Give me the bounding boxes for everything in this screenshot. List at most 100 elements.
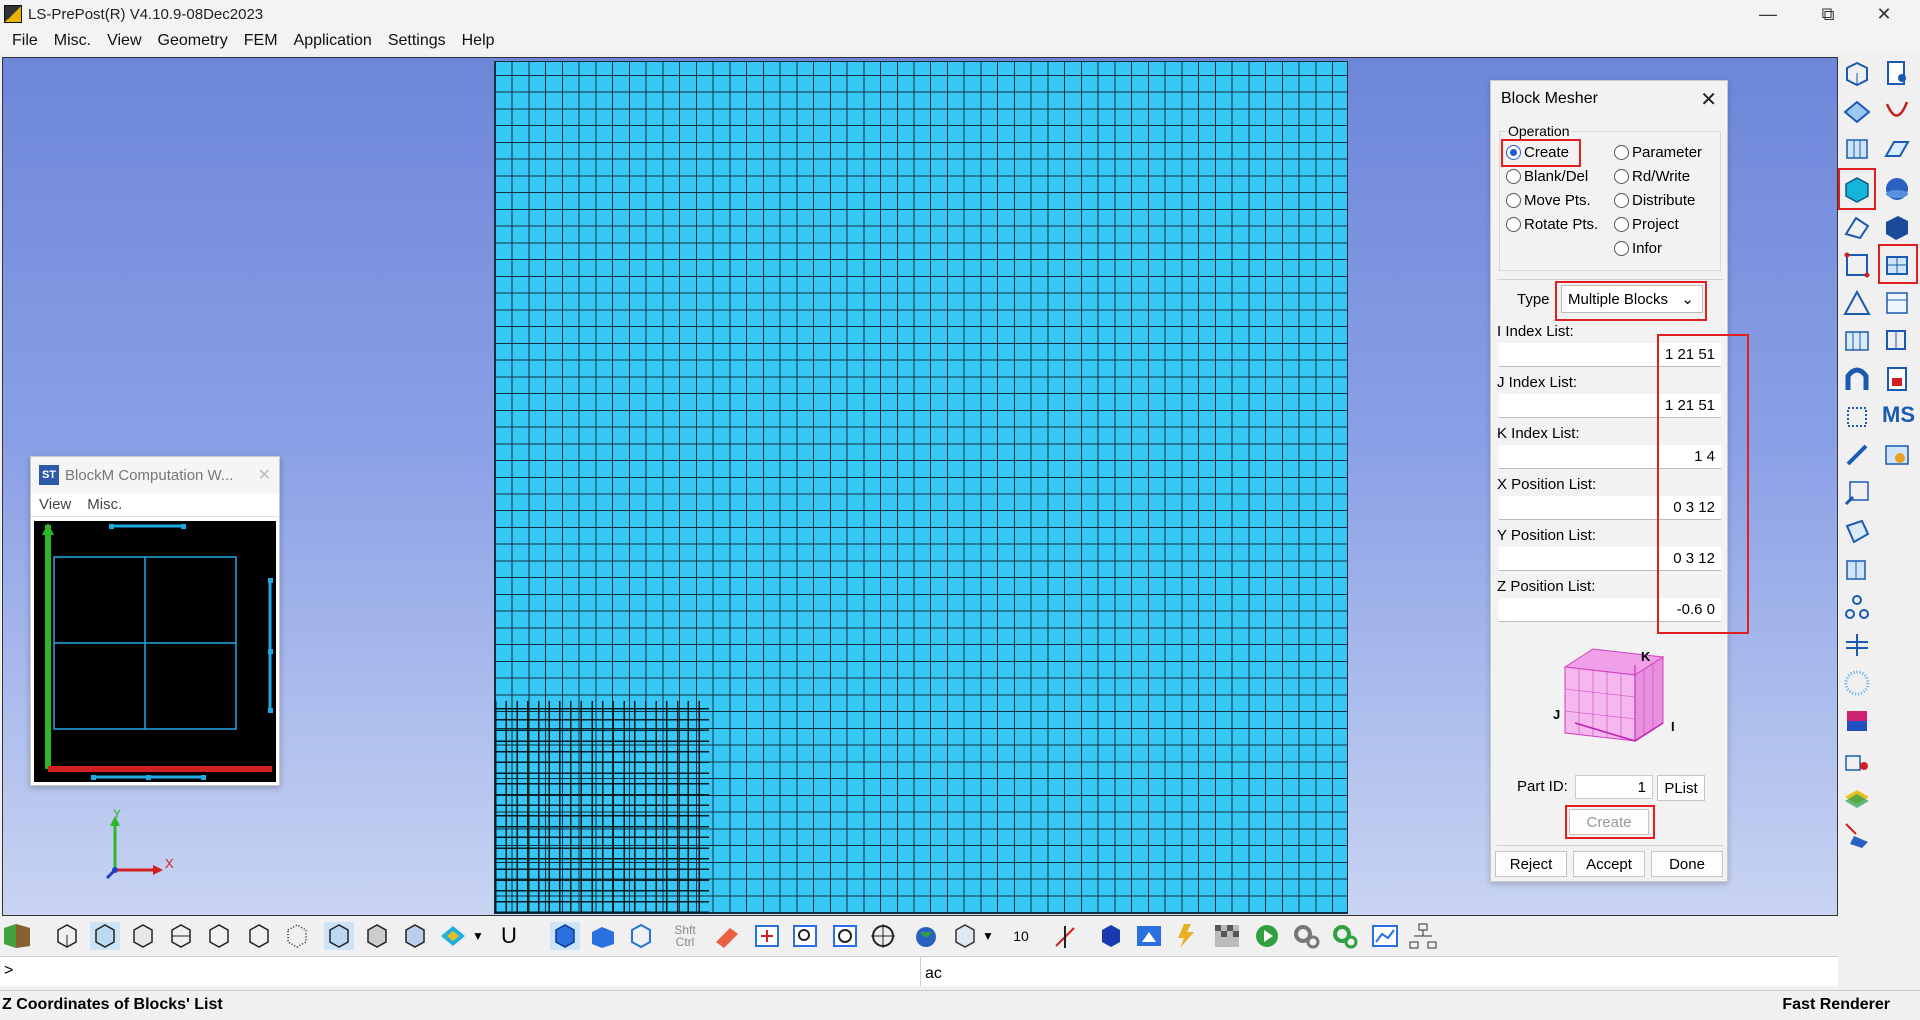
magnify-grid-icon[interactable]: [1842, 478, 1872, 508]
zoom-rotate-icon[interactable]: [830, 922, 860, 950]
mesh-cube-icon[interactable]: [166, 922, 196, 950]
fringe-icon[interactable]: [438, 922, 468, 950]
eraser-icon[interactable]: [712, 922, 742, 950]
tree-icon[interactable]: [1408, 922, 1438, 950]
axis-xyz-icon[interactable]: [1050, 922, 1080, 950]
ms-icon[interactable]: MS: [1882, 402, 1915, 432]
menu-misc[interactable]: Misc.: [46, 32, 99, 50]
close-icon[interactable]: ✕: [1856, 0, 1912, 28]
surface-icon[interactable]: [1842, 96, 1872, 126]
plist-button[interactable]: PList: [1657, 775, 1705, 801]
command-prompt[interactable]: >: [0, 956, 920, 986]
blue-cube-icon[interactable]: [550, 922, 580, 950]
restore-icon[interactable]: ⧉: [1800, 0, 1856, 28]
hidden-cube-icon[interactable]: [128, 922, 158, 950]
mesh-edit-icon[interactable]: [1882, 326, 1912, 356]
zoom-in-icon[interactable]: [790, 922, 820, 950]
checker-icon[interactable]: [1212, 922, 1242, 950]
plane-icon[interactable]: [1882, 134, 1912, 164]
command-input[interactable]: ac: [920, 956, 1838, 986]
green-gears-icon[interactable]: [1330, 922, 1360, 950]
radio-infor[interactable]: Infor: [1614, 240, 1662, 257]
solid-cube-icon[interactable]: [1096, 922, 1126, 950]
radio-blank-del[interactable]: Blank/Del: [1506, 168, 1588, 185]
target-icon[interactable]: [868, 922, 898, 950]
radio-parameter[interactable]: Parameter: [1614, 144, 1702, 161]
grid-doc-icon[interactable]: [1882, 288, 1912, 318]
point-cloud-icon[interactable]: [282, 922, 312, 950]
solid-sphere-icon[interactable]: [1882, 174, 1912, 204]
tube-icon[interactable]: [1842, 364, 1872, 394]
menu-fem[interactable]: FEM: [236, 32, 286, 50]
radio-rd-write[interactable]: Rd/Write: [1614, 168, 1690, 185]
computation-menu-view[interactable]: View: [39, 496, 71, 513]
play-icon[interactable]: [1252, 922, 1282, 950]
menu-settings[interactable]: Settings: [380, 32, 454, 50]
grid-cube-icon[interactable]: [324, 922, 354, 950]
doc-stack-icon[interactable]: [1882, 364, 1912, 394]
mesh-surface-icon[interactable]: [1842, 134, 1872, 164]
move-nodes-icon[interactable]: [1842, 820, 1872, 850]
block-mesh[interactable]: [494, 61, 1348, 914]
radio-move-pts[interactable]: Move Pts.: [1506, 192, 1591, 209]
part-id-field[interactable]: 1: [1575, 775, 1653, 799]
dense-mesh-icon[interactable]: [362, 922, 392, 950]
align-icon[interactable]: [1842, 630, 1872, 660]
computation-window-close-icon[interactable]: ✕: [258, 465, 271, 485]
feature-cube-icon[interactable]: [400, 922, 430, 950]
wireframe-cube-icon[interactable]: [52, 922, 82, 950]
done-button[interactable]: Done: [1651, 851, 1723, 877]
menu-view[interactable]: View: [99, 32, 149, 50]
gears-icon[interactable]: [1292, 922, 1322, 950]
home-view-icon[interactable]: [1134, 922, 1164, 950]
node-connect-icon[interactable]: [1842, 592, 1872, 622]
blue-box-icon[interactable]: [588, 922, 618, 950]
map-icon[interactable]: [2, 922, 32, 950]
cube-wire-icon[interactable]: [1842, 58, 1872, 88]
shift-ctrl-toggle[interactable]: Shft Ctrl: [670, 922, 700, 950]
info-doc-icon[interactable]: [1882, 440, 1912, 470]
count-value[interactable]: 10: [1006, 922, 1036, 950]
frame-cube-icon[interactable]: [626, 922, 656, 950]
curve-icon[interactable]: [1882, 96, 1912, 126]
computation-canvas[interactable]: [34, 521, 276, 782]
view-cube-icon[interactable]: [950, 922, 980, 950]
minimize-icon[interactable]: —: [1740, 0, 1796, 28]
reject-button[interactable]: Reject: [1495, 851, 1567, 877]
computation-window-header[interactable]: ST BlockM Computation W... ✕: [31, 457, 279, 493]
outline-cube-icon[interactable]: [204, 922, 234, 950]
node-grid-icon[interactable]: [1842, 402, 1872, 432]
chart-window-icon[interactable]: [1370, 922, 1400, 950]
particle-cloud-icon[interactable]: [1842, 668, 1872, 698]
radio-rotate-pts[interactable]: Rotate Pts.: [1506, 216, 1598, 233]
accept-button[interactable]: Accept: [1573, 851, 1645, 877]
computation-menu-misc[interactable]: Misc.: [87, 496, 122, 513]
pen-icon[interactable]: [1842, 440, 1872, 470]
globe-icon[interactable]: [910, 922, 940, 950]
blockm-computation-window[interactable]: ST BlockM Computation W... ✕ View Misc.: [30, 456, 280, 786]
ms-grid-icon[interactable]: [1842, 744, 1872, 774]
triangle-mesh-icon[interactable]: [1842, 288, 1872, 318]
cube-mesh-icon[interactable]: [1842, 554, 1872, 584]
quad-mesh-icon[interactable]: [1842, 326, 1872, 356]
menu-application[interactable]: Application: [286, 32, 380, 50]
shaded-cube-icon[interactable]: [90, 922, 120, 950]
radio-project[interactable]: Project: [1614, 216, 1679, 233]
contour-layers-icon[interactable]: [1842, 782, 1872, 812]
u-label[interactable]: U: [494, 922, 524, 950]
doc-point-icon[interactable]: [1882, 58, 1912, 88]
block-mesher-dialog[interactable]: Block Mesher ✕ Operation Create Blank/De…: [1490, 80, 1749, 882]
grid-red-icon[interactable]: [1842, 250, 1872, 280]
color-cube-icon[interactable]: [1842, 706, 1872, 736]
edge-cube-icon[interactable]: [244, 922, 274, 950]
node-path-icon[interactable]: [1842, 212, 1872, 242]
menu-help[interactable]: Help: [454, 32, 503, 50]
solid-box-icon[interactable]: [1882, 212, 1912, 242]
lightning-doc-icon[interactable]: [1172, 922, 1202, 950]
zoom-box-icon[interactable]: [752, 922, 782, 950]
fringe-dropdown-icon[interactable]: ▼: [470, 922, 486, 950]
menu-geometry[interactable]: Geometry: [150, 32, 236, 50]
block-mesher-header[interactable]: Block Mesher ✕: [1491, 81, 1727, 117]
radio-distribute[interactable]: Distribute: [1614, 192, 1695, 209]
block-mesher-close-icon[interactable]: ✕: [1700, 87, 1717, 112]
